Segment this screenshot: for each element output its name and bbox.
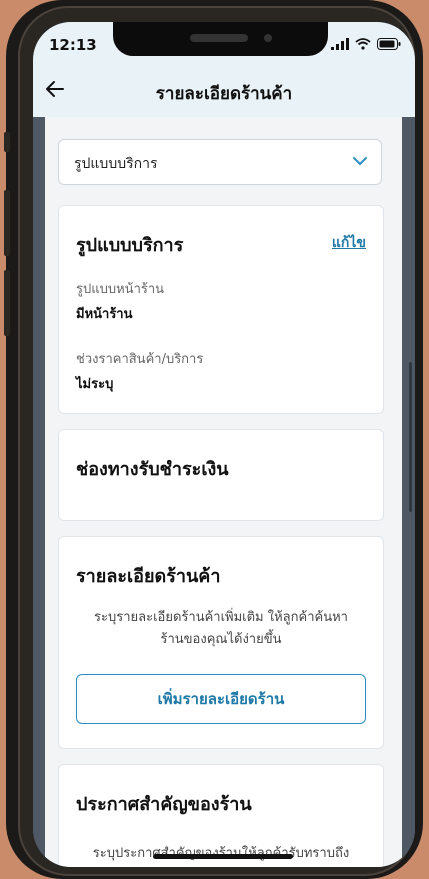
content-edge	[33, 117, 45, 867]
page-title: รายละเอียดร้านค้า	[155, 84, 293, 104]
wifi-icon	[355, 38, 371, 50]
store-details-card-title: รายละเอียดร้านค้า	[76, 566, 221, 587]
storefront-label: รูปแบบหน้าร้าน	[76, 282, 165, 297]
status-icons	[331, 38, 401, 50]
phone-side-button	[4, 270, 10, 336]
payment-card: ช่องทางรับชำระเงิน	[58, 429, 384, 521]
notch	[113, 22, 328, 56]
home-indicator[interactable]	[153, 854, 293, 859]
scrollbar[interactable]	[409, 362, 412, 512]
announcement-card: ประกาศสำคัญของร้าน ระบุประกาศสำคัญของร้า…	[58, 764, 384, 867]
section-select[interactable]: รูปแบบบริการ	[58, 139, 382, 185]
price-range-label: ช่วงราคาสินค้า/บริการ	[76, 352, 204, 367]
chevron-down-icon	[353, 157, 367, 165]
payment-card-title: ช่องทางรับชำระเงิน	[76, 459, 229, 480]
store-details-desc: ระบุรายละเอียดร้านค้าเพิ่มเติม ให้ลูกค้า…	[79, 607, 363, 651]
battery-icon	[377, 38, 401, 50]
edit-link[interactable]: แก้ไข	[332, 232, 366, 254]
service-card: รูปแบบบริการ แก้ไข รูปแบบหน้าร้าน มีหน้า…	[58, 205, 384, 414]
storefront-value: มีหน้าร้าน	[76, 307, 133, 322]
camera	[264, 34, 272, 42]
announcement-card-title: ประกาศสำคัญของร้าน	[76, 794, 252, 815]
content-edge	[402, 117, 415, 867]
store-details-card: รายละเอียดร้านค้า ระบุรายละเอียดร้านค้าเ…	[58, 536, 384, 749]
price-range-value: ไม่ระบุ	[76, 377, 114, 392]
store-details-desc-line: ร้านของคุณได้ง่ายขึ้น	[160, 632, 282, 647]
phone-screen: 12:13 รายละเอียดร้านค้า รูปแบบบริการ รูป…	[33, 22, 415, 867]
section-select-value: รูปแบบบริการ	[74, 156, 158, 172]
add-store-details-button[interactable]: เพิ่มรายละเอียดร้าน	[76, 674, 366, 724]
status-time: 12:13	[49, 36, 97, 54]
signal-icon	[331, 38, 349, 50]
scroll-content: รูปแบบบริการ รูปแบบบริการ แก้ไข รูปแบบหน…	[45, 117, 402, 867]
service-card-title: รูปแบบบริการ	[76, 235, 184, 256]
phone-side-button	[4, 132, 10, 152]
store-details-desc-line: ระบุรายละเอียดร้านค้าเพิ่มเติม ให้ลูกค้า…	[94, 610, 348, 625]
top-bar: 12:13 รายละเอียดร้านค้า	[33, 22, 415, 117]
speaker	[190, 34, 248, 42]
phone-side-button	[4, 190, 10, 256]
